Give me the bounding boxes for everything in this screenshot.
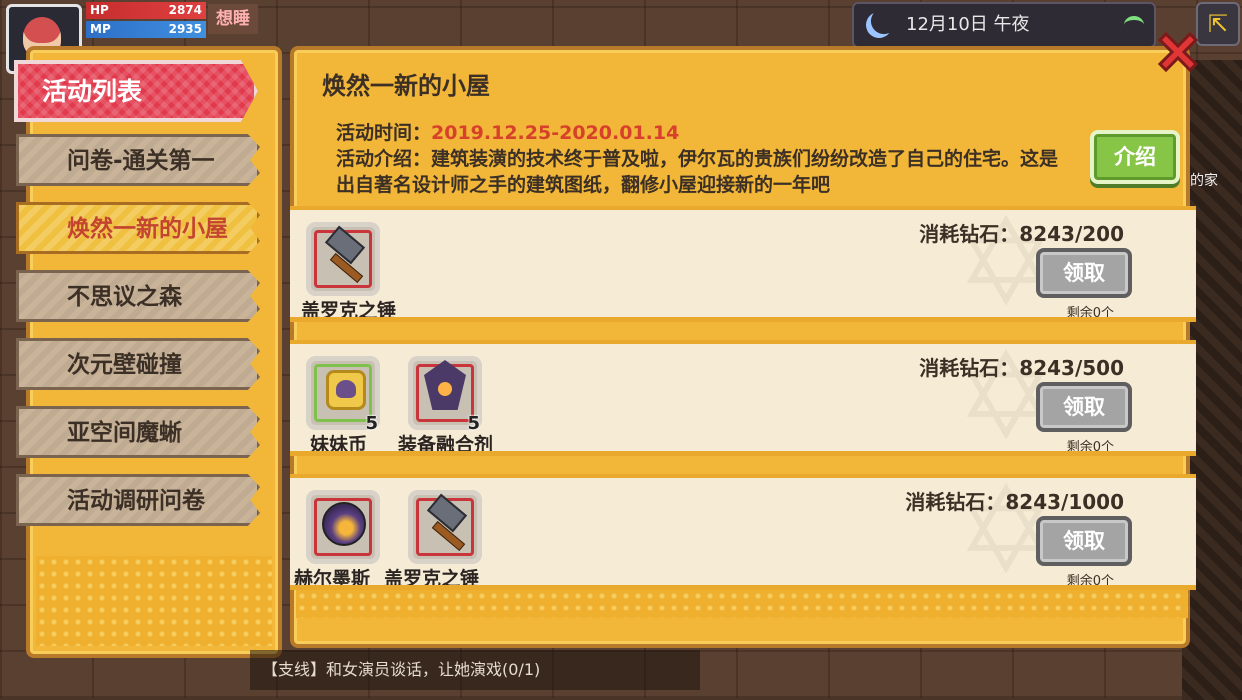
hp-value: 2874 bbox=[168, 3, 202, 17]
intro-button[interactable]: 介绍 bbox=[1090, 130, 1180, 184]
home-label: 的家 bbox=[1190, 173, 1218, 189]
diamond-cost: 消耗钻石：8243/500 bbox=[919, 356, 1124, 380]
panel-pattern bbox=[36, 556, 272, 646]
mp-bar: MP 2935 bbox=[86, 21, 206, 38]
orb-icon bbox=[322, 502, 366, 546]
claim-button[interactable]: 领取 bbox=[1036, 382, 1132, 432]
remaining-count: 剩余0个 bbox=[1066, 306, 1114, 321]
event-info: 活动时间：2019.12.25-2020.01.14 活动介绍：建筑装潢的技术终… bbox=[336, 120, 1076, 198]
claim-button[interactable]: 领取 bbox=[1036, 248, 1132, 298]
reward-row: ✡ 5 妹妹币 5 装备融合剂 消耗钻石：8243/500 领取 剩余0个 bbox=[290, 340, 1196, 456]
event-title: 焕然一新的小屋 bbox=[322, 72, 490, 100]
item-name: 装备融合剂 bbox=[398, 434, 494, 456]
item-name: 盖罗克之锤 bbox=[300, 300, 396, 322]
date-time: 12月10日 午夜 bbox=[906, 14, 1030, 35]
reward-row: ✡ 赫尔墨斯 盖罗克之锤 消耗钻石：8243/1000 领取 剩余0个 bbox=[290, 474, 1196, 590]
tab-subspace-lizard[interactable]: 亚空间魔蜥 bbox=[16, 406, 260, 458]
remaining-count: 剩余0个 bbox=[1066, 574, 1114, 589]
item-name: 盖罗克之锤 bbox=[384, 568, 480, 590]
close-icon[interactable] bbox=[1152, 26, 1204, 78]
quest-text: 【支线】和女演员谈话，让她演戏(0/1) bbox=[262, 660, 541, 679]
reward-item[interactable] bbox=[306, 490, 380, 564]
mp-label: MP bbox=[90, 22, 111, 36]
tab-questionnaire-first-clear[interactable]: 问卷-通关第一 bbox=[16, 134, 260, 186]
tab-wonder-forest[interactable]: 不思议之森 bbox=[16, 270, 260, 322]
reward-item[interactable]: 5 bbox=[408, 356, 482, 434]
item-name: 妹妹币 bbox=[310, 434, 368, 456]
item-quantity: 5 bbox=[365, 413, 378, 434]
coin-icon bbox=[326, 370, 366, 410]
reward-item[interactable]: 5 bbox=[306, 356, 380, 434]
diamond-cost: 消耗钻石：8243/200 bbox=[919, 222, 1124, 246]
tab-dimension-wall[interactable]: 次元壁碰撞 bbox=[16, 338, 260, 390]
time-display: 12月10日 午夜 bbox=[852, 2, 1156, 48]
remaining-count: 剩余0个 bbox=[1066, 440, 1114, 455]
tab-event-survey[interactable]: 活动调研问卷 bbox=[16, 474, 260, 526]
item-name: 赫尔墨斯 bbox=[294, 568, 371, 590]
event-list-header: 活动列表 bbox=[14, 60, 258, 122]
sleep-status: 想睡 bbox=[208, 4, 258, 34]
event-time-label: 活动时间： bbox=[336, 122, 432, 144]
moon-icon bbox=[862, 8, 895, 41]
hp-label: HP bbox=[90, 3, 109, 17]
event-intro: 活动介绍：建筑装潢的技术终于普及啦，伊尔瓦的贵族们纷纷改造了自己的住宅。这是出自… bbox=[336, 148, 1059, 196]
diamond-cost: 消耗钻石：8243/1000 bbox=[905, 490, 1124, 514]
hp-bar: HP 2874 bbox=[86, 2, 206, 19]
panel-bottom-pattern bbox=[296, 590, 1188, 618]
claim-button[interactable]: 领取 bbox=[1036, 516, 1132, 566]
tab-renewed-cabin[interactable]: 焕然一新的小屋 bbox=[16, 202, 260, 254]
mp-value: 2935 bbox=[168, 22, 202, 36]
event-time-value: 2019.12.25-2020.01.14 bbox=[431, 122, 680, 144]
reward-row: ✡ 盖罗克之锤 消耗钻石：8243/200 领取 剩余0个 bbox=[290, 206, 1196, 322]
reward-item[interactable] bbox=[408, 490, 482, 564]
wifi-icon bbox=[1124, 16, 1144, 34]
reward-item[interactable] bbox=[306, 222, 380, 296]
